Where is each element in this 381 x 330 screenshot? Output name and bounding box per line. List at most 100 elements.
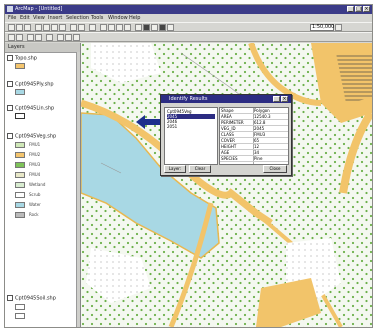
attribute-table: Shape Polygon AREA 12540.3 PERIMETER 612.8 …	[219, 107, 289, 165]
field-value: 2045	[254, 126, 265, 131]
legend-swatch	[15, 192, 25, 198]
toc-header: Layers	[5, 43, 80, 53]
field-value: 12540.3	[254, 114, 271, 119]
layer-checkbox[interactable]	[7, 81, 13, 87]
menu-insert[interactable]: Insert	[48, 15, 62, 21]
legend-swatch	[15, 212, 25, 218]
list-item[interactable]: 2051	[167, 124, 215, 129]
font-icon[interactable]	[73, 34, 80, 41]
print-icon[interactable]	[35, 24, 42, 31]
undo-icon[interactable]	[70, 24, 77, 31]
cut-icon[interactable]	[43, 24, 50, 31]
new-icon[interactable]	[8, 24, 15, 31]
legend-swatch	[15, 202, 25, 208]
layer-checkbox[interactable]	[7, 55, 13, 61]
menu-help[interactable]: Help	[129, 15, 140, 21]
zoom-in-icon[interactable]	[100, 24, 107, 31]
layer-label: Topo.shp	[15, 55, 37, 62]
legend-label: FMU2	[29, 152, 41, 157]
zoom-out-icon[interactable]	[108, 24, 115, 31]
title-bar[interactable]: ArcMap - [Untitled] _ □ ×	[5, 5, 372, 14]
close-dialog-button[interactable]: Close	[263, 165, 287, 173]
close-button[interactable]: ×	[363, 6, 370, 12]
layer-item[interactable]: Cpt0945Veg.shp	[7, 133, 77, 140]
layer-label: Cpt0945Veg.shp	[15, 133, 57, 140]
field-name: AGE	[221, 150, 230, 155]
map-canvas[interactable]	[81, 43, 372, 327]
layer-label: Cpt0945Lin.shp	[15, 105, 55, 112]
field-value: FMU3	[254, 132, 266, 137]
select-icon[interactable]	[135, 24, 142, 31]
layer-button[interactable]: Layer:	[164, 165, 186, 173]
tools-toolbar	[5, 32, 372, 42]
layer-item[interactable]: Cpt0945Soil.shp	[7, 295, 77, 302]
layer-item[interactable]: Cpt0945Lin.shp	[7, 105, 77, 112]
layer-item[interactable]: Cpt0945Ply.shp	[7, 81, 77, 88]
dialog-close-button[interactable]: ×	[281, 96, 288, 102]
layer-symbol	[15, 113, 25, 119]
open-icon[interactable]	[16, 24, 23, 31]
add-data-icon[interactable]	[89, 24, 96, 31]
layer-checkbox[interactable]	[7, 105, 13, 111]
scale-dropdown-icon[interactable]	[335, 24, 342, 31]
text-icon[interactable]	[65, 34, 72, 41]
identify-results-dialog: Identify Results × Cpt0945Veg 2045 2046 …	[160, 94, 292, 176]
find-icon[interactable]	[151, 24, 158, 31]
legend-label: Wetland	[29, 182, 46, 187]
legend-swatch	[15, 142, 25, 148]
layer-item[interactable]: Topo.shp	[7, 55, 77, 62]
legend-label: FMU1	[29, 142, 41, 147]
legend-swatch	[15, 182, 25, 188]
full-extent-icon[interactable]	[124, 24, 131, 31]
menu-selection[interactable]: Selection	[66, 15, 89, 21]
menu-bar: File Edit View Insert Selection Tools Wi…	[5, 14, 372, 22]
field-name: COVER	[221, 138, 235, 143]
field-name: SPECIES	[221, 156, 238, 161]
editor-icon[interactable]	[8, 34, 15, 41]
layer-checkbox[interactable]	[7, 133, 13, 139]
standard-toolbar: 1:50,000	[5, 22, 372, 32]
map-view[interactable]	[81, 43, 372, 327]
menu-tools[interactable]: Tools	[91, 15, 103, 21]
clear-button[interactable]: Clear	[189, 165, 211, 173]
table-row[interactable]: SPECIES Pine	[220, 156, 288, 162]
maximize-button[interactable]: □	[355, 6, 362, 12]
arrow-icon	[136, 115, 162, 129]
hyperlink-icon[interactable]	[167, 24, 174, 31]
field-name: PERIMETER	[221, 120, 244, 125]
layer-symbol	[15, 304, 25, 310]
app-icon	[7, 6, 13, 12]
scale-input[interactable]: 1:50,000	[310, 24, 334, 31]
dialog-help-button[interactable]	[273, 96, 280, 102]
identify-feature-list[interactable]: Cpt0945Veg 2045 2046 2051	[164, 107, 218, 165]
pan-icon[interactable]	[116, 24, 123, 31]
measure-icon[interactable]	[159, 24, 166, 31]
copy-icon[interactable]	[51, 24, 58, 31]
menu-file[interactable]: File	[8, 15, 16, 21]
layer-label: Cpt0945Ply.shp	[15, 81, 54, 88]
layer-symbol	[15, 313, 25, 319]
identify-icon[interactable]	[143, 24, 150, 31]
legend-label: Water	[29, 202, 41, 207]
task-icon[interactable]	[27, 34, 34, 41]
attributes-icon[interactable]	[46, 34, 53, 41]
draw-icon[interactable]	[57, 34, 64, 41]
redo-icon[interactable]	[78, 24, 85, 31]
window-title: ArcMap - [Untitled]	[15, 6, 63, 12]
table-of-contents: Layers Topo.shp Cpt0945Ply.shp Cpt0945Li…	[5, 43, 81, 327]
field-value: 34	[254, 150, 260, 155]
paste-icon[interactable]	[59, 24, 66, 31]
dialog-title-bar[interactable]: Identify Results ×	[161, 95, 291, 103]
target-icon[interactable]	[35, 34, 42, 41]
menu-window[interactable]: Window	[108, 15, 128, 21]
menu-edit[interactable]: Edit	[20, 15, 30, 21]
legend-swatch	[15, 172, 25, 178]
field-name: VEG_ID	[221, 126, 236, 131]
legend-label: FMU3	[29, 162, 41, 167]
layer-checkbox[interactable]	[7, 295, 13, 301]
legend-label: Scrub	[29, 192, 41, 197]
save-icon[interactable]	[24, 24, 31, 31]
minimize-button[interactable]: _	[347, 6, 354, 12]
menu-view[interactable]: View	[33, 15, 45, 21]
sketch-icon[interactable]	[16, 34, 23, 41]
